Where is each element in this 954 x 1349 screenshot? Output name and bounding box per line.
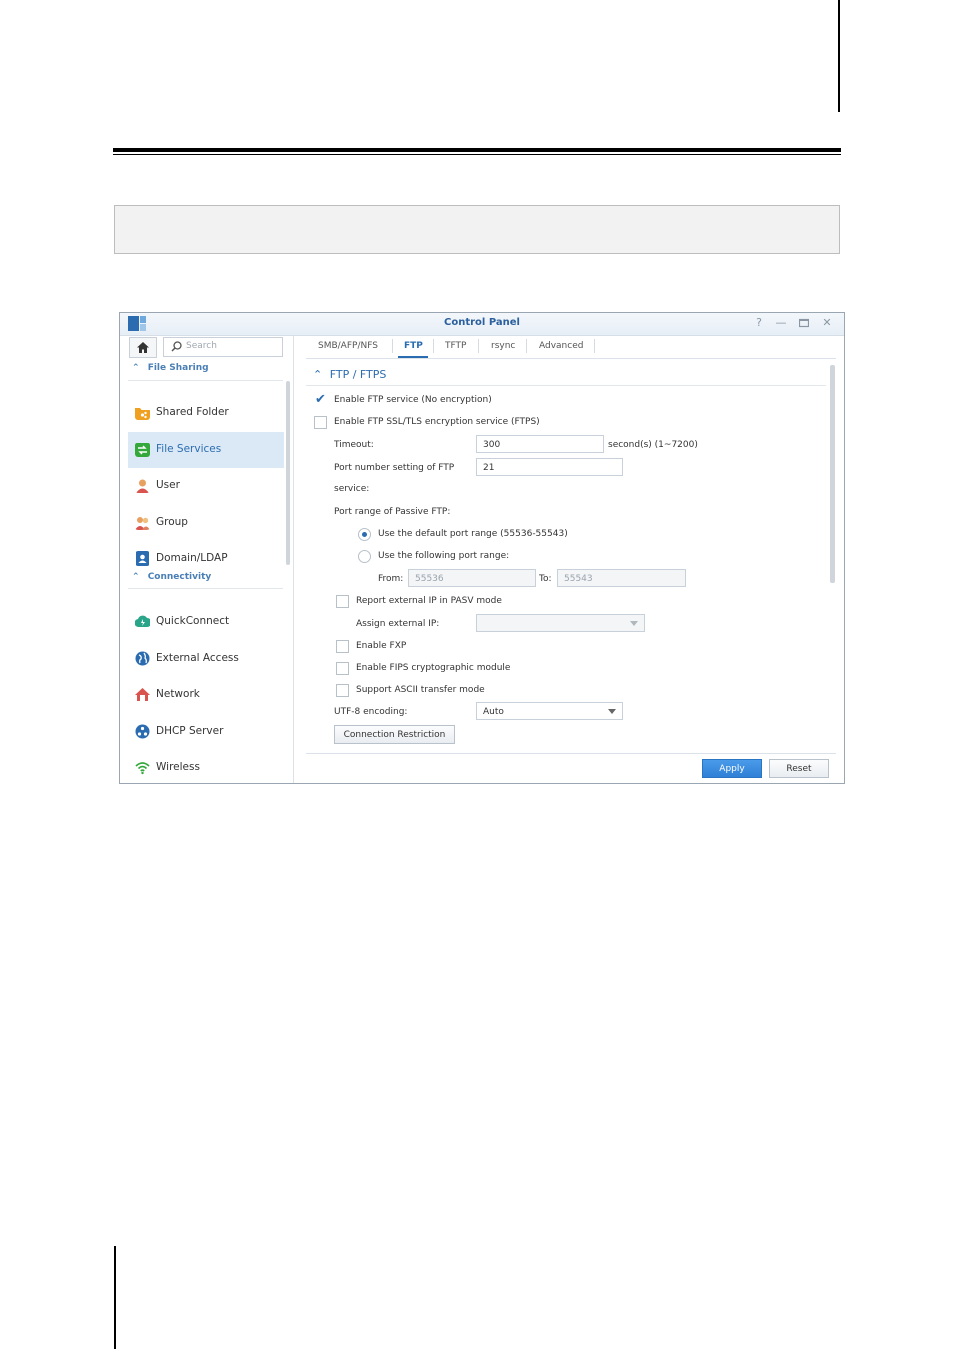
enable-ftp-label: Enable FTP service (No encryption) bbox=[334, 395, 492, 405]
default-port-range-label: Use the default port range (55536-55543) bbox=[378, 529, 568, 539]
control-panel-window: Control Panel ? — ✕ Search ⌃ File Sharin… bbox=[119, 312, 845, 784]
timeout-label: Timeout: bbox=[334, 440, 374, 450]
from-port-input[interactable]: 55536 bbox=[408, 569, 536, 587]
timeout-unit: second(s) (1~7200) bbox=[608, 440, 698, 450]
utf8-encoding-select[interactable]: Auto bbox=[476, 702, 623, 720]
report-external-ip-label: Report external IP in PASV mode bbox=[356, 596, 502, 606]
following-port-range-radio[interactable] bbox=[358, 550, 371, 563]
port-number-label-2: service: bbox=[334, 484, 370, 494]
enable-fips-checkbox[interactable] bbox=[336, 662, 349, 675]
enable-ftps-label: Enable FTP SSL/TLS encryption service (F… bbox=[334, 417, 540, 427]
connection-restriction-button[interactable]: Connection Restriction bbox=[334, 725, 455, 744]
chevron-up-icon: ⌃ bbox=[313, 368, 323, 381]
utf8-encoding-value: Auto bbox=[483, 707, 504, 717]
support-ascii-label: Support ASCII transfer mode bbox=[356, 685, 485, 695]
default-port-range-radio[interactable] bbox=[358, 528, 371, 541]
footer-divider bbox=[306, 753, 836, 754]
reset-button[interactable]: Reset bbox=[769, 759, 829, 778]
assign-external-ip-label: Assign external IP: bbox=[356, 619, 440, 629]
enable-ftp-checkbox[interactable]: ✔ bbox=[315, 393, 326, 406]
chevron-down-icon bbox=[608, 709, 616, 714]
enable-fips-label: Enable FIPS cryptographic module bbox=[356, 663, 511, 673]
from-label: From: bbox=[378, 574, 404, 584]
enable-ftps-checkbox[interactable] bbox=[314, 416, 327, 429]
port-number-label: Port number setting of FTP bbox=[334, 463, 455, 473]
to-port-input[interactable]: 55543 bbox=[557, 569, 686, 587]
chapter-rule-thin bbox=[113, 154, 841, 155]
apply-button[interactable]: Apply bbox=[702, 759, 762, 778]
utf8-encoding-label: UTF-8 encoding: bbox=[334, 707, 408, 717]
content-scrollbar[interactable] bbox=[830, 365, 835, 583]
to-label: To: bbox=[539, 574, 552, 584]
note-box bbox=[114, 205, 840, 254]
enable-fxp-label: Enable FXP bbox=[356, 641, 407, 651]
page-margin-line-bottom bbox=[114, 1246, 116, 1349]
page-margin-line-top bbox=[838, 0, 840, 112]
ftp-settings-panel: ⌃ FTP / FTPS ✔ Enable FTP service (No en… bbox=[120, 313, 844, 783]
section-divider bbox=[306, 385, 826, 386]
timeout-input[interactable]: 300 bbox=[476, 435, 604, 453]
following-port-range-label: Use the following port range: bbox=[378, 551, 510, 561]
chevron-down-icon bbox=[630, 621, 638, 626]
chapter-rule bbox=[113, 148, 841, 152]
enable-fxp-checkbox[interactable] bbox=[336, 640, 349, 653]
report-external-ip-checkbox[interactable] bbox=[336, 595, 349, 608]
passive-ftp-label: Port range of Passive FTP: bbox=[334, 507, 451, 517]
port-number-input[interactable]: 21 bbox=[476, 458, 623, 476]
assign-external-ip-select[interactable] bbox=[476, 614, 645, 632]
section-ftp-ftps[interactable]: ⌃ FTP / FTPS bbox=[313, 368, 386, 381]
support-ascii-checkbox[interactable] bbox=[336, 684, 349, 697]
